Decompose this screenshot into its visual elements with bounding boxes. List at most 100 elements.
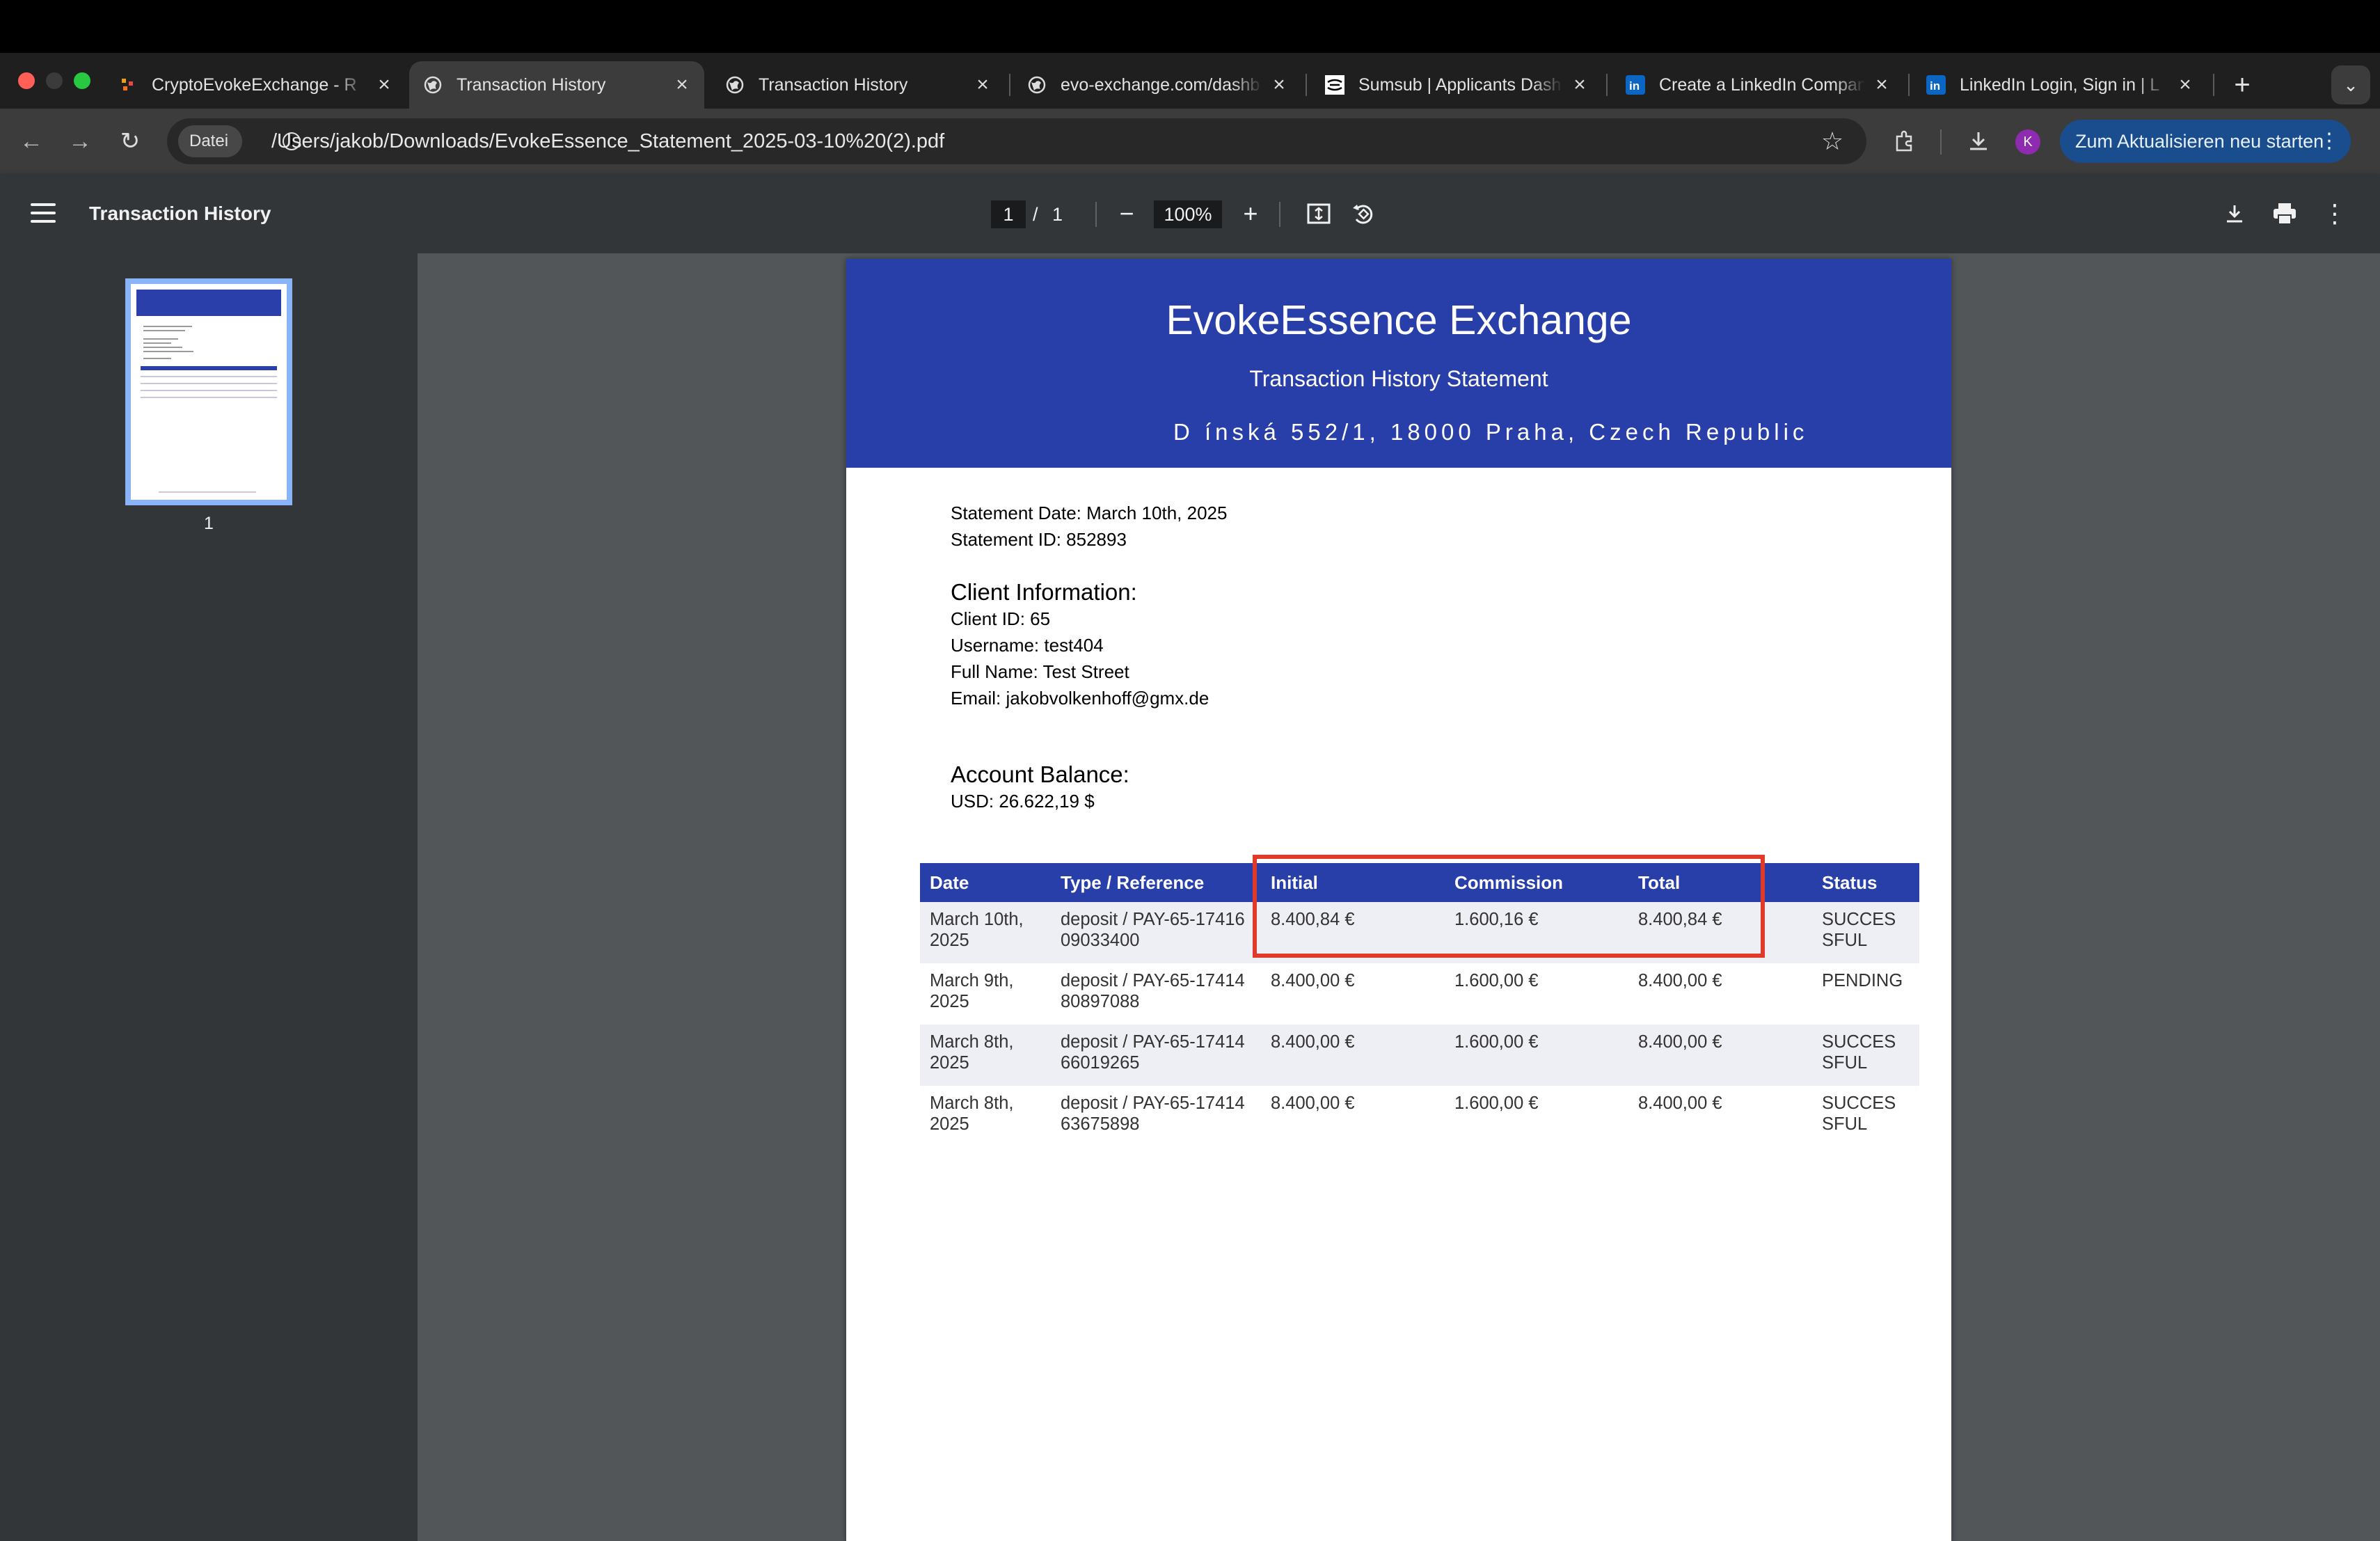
app-icon <box>118 75 138 95</box>
maximize-window-button[interactable] <box>74 72 90 89</box>
status-line: SFUL <box>1822 931 1868 950</box>
close-icon[interactable]: × <box>2175 74 2195 95</box>
full-name: Full Name: Test Street <box>951 661 1129 682</box>
cell-reference: deposit / PAY-65-17414 66019265 <box>1051 1025 1261 1086</box>
cell-initial: 8.400,84 € <box>1261 902 1445 963</box>
tab-evo-exchange[interactable]: evo-exchange.com/dashb × <box>1013 61 1301 109</box>
column-header-commission: Commission <box>1445 863 1628 902</box>
tab-divider <box>1306 74 1307 96</box>
column-header-reference: Type / Reference <box>1051 863 1261 902</box>
fit-to-page-button[interactable] <box>1301 196 1336 231</box>
pdf-page: EvokeEssence Exchange Transaction Histor… <box>846 259 1951 1541</box>
new-tab-button[interactable]: + <box>2224 67 2260 103</box>
extensions-icon[interactable] <box>1887 124 1922 159</box>
menubar-strip <box>0 0 2380 53</box>
downloads-icon[interactable] <box>1961 124 1996 159</box>
statement-banner: EvokeEssence Exchange Transaction Histor… <box>846 259 1951 468</box>
thumbnail-page-number: 1 <box>204 514 214 533</box>
cell-initial: 8.400,00 € <box>1261 1025 1445 1086</box>
reference-line: deposit / PAY-65-17414 <box>1061 971 1245 990</box>
linkedin-icon: in <box>1626 75 1645 95</box>
account-balance: USD: 26.622,19 $ <box>951 791 1095 812</box>
chevron-down-icon: ⌄ <box>2343 74 2358 95</box>
email: Email: jakobvolkenhoff@gmx.de <box>951 688 1209 709</box>
close-icon[interactable]: × <box>374 74 394 95</box>
date-line: March 9th, <box>930 971 1014 990</box>
rotate-icon <box>1353 205 1373 224</box>
statement-id: Statement ID: 852893 <box>951 529 1127 550</box>
thumbnail-line <box>143 338 178 340</box>
page-thumbnail[interactable] <box>125 278 292 505</box>
minimize-window-button[interactable] <box>46 72 63 89</box>
thumbnail-line <box>143 351 193 352</box>
tab-search-button[interactable]: ⌄ <box>2331 65 2370 104</box>
reference-line: 63675898 <box>1061 1114 1140 1134</box>
column-header-total: Total <box>1628 863 1812 902</box>
date-line: 2025 <box>930 992 969 1011</box>
table-row: March 8th, 2025 deposit / PAY-65-17414 636… <box>920 1086 1919 1147</box>
pdf-toolbar: Transaction History 1 / 1 − 100% + ⋮ <box>0 174 2380 253</box>
linkedin-icon: in <box>1926 75 1946 95</box>
forward-button[interactable]: → <box>63 124 97 159</box>
cell-total: 8.400,84 € <box>1628 902 1812 963</box>
status-line: SFUL <box>1822 1114 1868 1134</box>
tab-title: evo-exchange.com/dashb <box>1061 74 1260 95</box>
thumbnail-banner <box>136 290 281 316</box>
thumbnail-line <box>143 358 171 359</box>
thumbnail-line <box>143 330 185 331</box>
tab-linkedin-login[interactable]: in LinkedIn Login, Sign in | L × <box>1912 61 2207 109</box>
cell-total: 8.400,00 € <box>1628 1086 1812 1147</box>
close-icon[interactable]: × <box>1570 74 1589 95</box>
tab-linkedin-company[interactable]: in Create a LinkedIn Compan × <box>1612 61 1904 109</box>
reload-button[interactable]: ↻ <box>113 124 148 159</box>
print-icon <box>2274 203 2296 225</box>
close-icon[interactable]: × <box>1269 74 1289 95</box>
table-row: March 8th, 2025 deposit / PAY-65-17414 660… <box>920 1025 1919 1086</box>
close-window-button[interactable] <box>18 72 35 89</box>
site-info-chip[interactable]: i Datei <box>178 125 301 157</box>
print-button[interactable] <box>2267 196 2302 231</box>
tab-transaction-history[interactable]: Transaction History × <box>711 61 1005 109</box>
arrow-left-icon: ← <box>19 128 43 155</box>
document-viewport[interactable]: EvokeEssence Exchange Transaction Histor… <box>418 253 2380 1541</box>
tab-sumsub[interactable]: Sumsub | Applicants Dash × <box>1311 61 1602 109</box>
page-number-input[interactable]: 1 <box>991 200 1026 228</box>
more-options-button[interactable]: ⋮ <box>2317 196 2352 231</box>
cell-reference: deposit / PAY-65-17416 09033400 <box>1051 902 1261 963</box>
tab-title: Transaction History <box>759 74 908 95</box>
reference-line: deposit / PAY-65-17416 <box>1061 910 1245 929</box>
back-button[interactable]: ← <box>14 124 49 159</box>
client-info-heading: Client Information: <box>951 579 1137 605</box>
svg-text:in: in <box>1629 79 1640 93</box>
tab-divider <box>1606 74 1608 96</box>
rotate-button[interactable] <box>1346 196 1381 231</box>
globe-icon <box>725 75 745 95</box>
update-restart-button[interactable]: Zum Aktualisieren neu starten ⋮ <box>2060 120 2351 163</box>
minus-icon: − <box>1119 199 1134 228</box>
status-line: PENDING <box>1822 971 1903 990</box>
bookmark-star-icon[interactable]: ☆ <box>1815 124 1850 159</box>
tab-title: CryptoEvokeExchange - R <box>152 74 357 95</box>
company-name: EvokeEssence Exchange <box>1166 297 1632 343</box>
zoom-level-input[interactable]: 100% <box>1154 200 1222 228</box>
close-icon[interactable]: × <box>1872 74 1891 95</box>
address-bar[interactable]: i Datei /Users/jakob/Downloads/EvokeEsse… <box>167 118 1866 164</box>
cell-date: March 8th, 2025 <box>920 1086 1051 1147</box>
client-id: Client ID: 65 <box>951 608 1051 629</box>
url-text[interactable]: /Users/jakob/Downloads/EvokeEssence_Stat… <box>271 118 944 164</box>
menu-icon[interactable] <box>31 203 56 223</box>
profile-avatar[interactable]: K <box>2015 129 2040 155</box>
tab-title: Sumsub | Applicants Dash <box>1358 74 1562 95</box>
tab-transaction-history-active[interactable]: Transaction History × <box>409 61 704 109</box>
plus-icon: + <box>1243 199 1258 228</box>
more-vert-icon: ⋮ <box>2319 129 2340 152</box>
zoom-in-button[interactable]: + <box>1233 196 1268 231</box>
zoom-out-button[interactable]: − <box>1109 196 1144 231</box>
fit-page-icon <box>1307 203 1331 224</box>
thumbnail-line <box>141 397 277 398</box>
tab-cryptoevoke[interactable]: CryptoEvokeExchange - R × <box>104 61 406 109</box>
download-button[interactable] <box>2217 196 2252 231</box>
tab-divider <box>2213 74 2214 96</box>
close-icon[interactable]: × <box>672 74 692 95</box>
close-icon[interactable]: × <box>973 74 992 95</box>
